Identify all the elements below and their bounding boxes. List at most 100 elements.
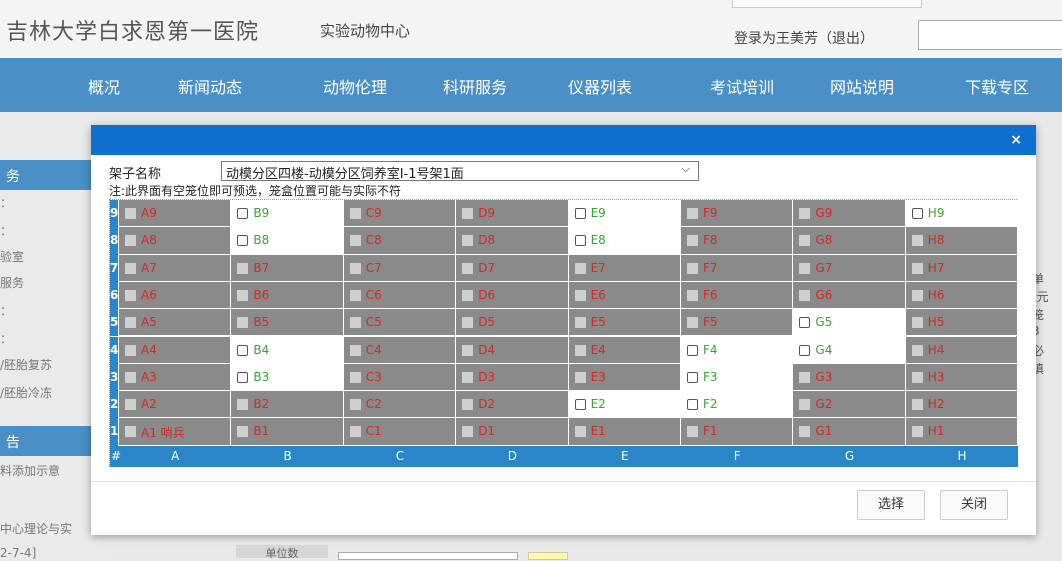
cage-label: A4 — [141, 342, 157, 357]
cage-checkbox[interactable] — [687, 371, 698, 383]
nav-item[interactable]: 新闻动态 — [178, 74, 242, 98]
cage-grid: # A B C D E F G H 9 A9 B9 C9 D9 E9 F9 G9 H9 8 A8 B8 C8 D8 E8 F8… — [109, 199, 1019, 467]
cage-checkbox-disabled — [349, 399, 361, 411]
cage-slot-free[interactable]: F2 — [681, 391, 794, 419]
cage-checkbox[interactable] — [237, 208, 249, 219]
cage-checkbox-disabled — [125, 317, 136, 329]
cage-slot-occupied: C2 — [343, 391, 457, 419]
cage-slot-occupied: A6 — [119, 281, 232, 310]
sidebar-item[interactable]: ： — [0, 222, 12, 239]
cage-slot-occupied: C9 — [343, 200, 457, 228]
cage-checkbox[interactable] — [237, 235, 249, 247]
cage-slot-occupied: G6 — [793, 281, 906, 310]
cage-label: C7 — [365, 260, 382, 275]
cage-slot-occupied: E4 — [568, 336, 681, 364]
close-button[interactable]: 关闭 — [940, 490, 1008, 520]
login-status[interactable]: 登录为王美芳（退出） — [734, 28, 874, 48]
header-search-input[interactable] — [918, 20, 1062, 50]
sidebar-item[interactable]: ： — [0, 194, 12, 211]
cage-slot-occupied: A8 — [119, 227, 232, 255]
sidebar-item[interactable]: 验室 — [0, 248, 24, 265]
cage-checkbox[interactable] — [574, 399, 586, 411]
select-button[interactable]: 选择 — [857, 490, 925, 520]
cage-checkbox[interactable] — [799, 317, 811, 329]
cage-slot-free[interactable]: G5 — [793, 309, 906, 337]
cage-checkbox[interactable] — [911, 208, 923, 219]
cage-label: C9 — [365, 206, 382, 220]
cage-checkbox[interactable] — [574, 208, 586, 219]
column-header: C — [395, 449, 405, 463]
cage-label: D8 — [478, 233, 496, 248]
cage-slot-occupied: C8 — [343, 227, 457, 255]
sidebar-notice-item[interactable]: 料添加示意 — [0, 462, 60, 479]
nav-item[interactable]: 概况 — [88, 74, 120, 98]
unit-count-input[interactable] — [338, 552, 518, 560]
cage-checkbox-disabled — [799, 426, 811, 438]
close-icon[interactable]: × — [1010, 132, 1022, 148]
sidebar-item[interactable]: /胚胎复苏 — [0, 356, 52, 373]
row-header: 1 — [110, 418, 118, 446]
cage-slot-free[interactable]: H9 — [905, 200, 1019, 228]
cage-checkbox[interactable] — [574, 235, 586, 247]
column-header: A — [171, 449, 180, 463]
nav-item[interactable]: 下载专区 — [965, 74, 1029, 98]
cage-slot-occupied: D8 — [456, 227, 569, 255]
cage-checkbox[interactable] — [687, 344, 698, 356]
cage-checkbox[interactable] — [799, 344, 811, 356]
nav-item[interactable]: 动物伦理 — [323, 74, 387, 98]
cage-checkbox[interactable] — [687, 399, 698, 411]
cage-slot-free[interactable]: E2 — [568, 391, 681, 419]
cage-label: H1 — [927, 424, 945, 439]
cage-slot-free[interactable]: G4 — [793, 336, 906, 364]
nav-item[interactable]: 考试培训 — [710, 74, 774, 98]
cage-label: C5 — [365, 315, 382, 330]
cage-label: H3 — [927, 369, 945, 384]
cage-checkbox-disabled — [911, 399, 923, 411]
unit-count-button[interactable] — [528, 552, 568, 560]
sidebar-notice-item[interactable]: 中心理论与实 — [0, 520, 72, 537]
row-header: 2 — [110, 391, 118, 419]
cage-slot-occupied: H8 — [905, 227, 1019, 255]
cage-slot-free[interactable]: E8 — [568, 227, 681, 255]
cage-slot-occupied: D5 — [456, 309, 569, 337]
cage-checkbox[interactable] — [237, 344, 249, 356]
cage-label: F1 — [703, 424, 718, 439]
sidebar-item[interactable]: 服务 — [0, 274, 24, 291]
cage-label: A8 — [141, 233, 157, 248]
cage-checkbox-disabled — [911, 317, 923, 329]
site-logo[interactable]: 吉林大学白求恩第一医院 — [6, 14, 259, 46]
cage-checkbox[interactable] — [237, 371, 249, 383]
sidebar-item[interactable]: ： — [0, 302, 12, 319]
nav-item[interactable]: 网站说明 — [830, 74, 894, 98]
column-header: G — [844, 449, 855, 463]
cage-slot-free[interactable]: B3 — [231, 363, 344, 392]
sidebar-heading-2-text: 告 — [6, 435, 20, 451]
cage-slot-free[interactable]: F4 — [681, 336, 794, 364]
row-header: 5 — [110, 309, 118, 337]
cage-checkbox-disabled — [687, 289, 698, 301]
sidebar-item[interactable]: /胚胎冷冻 — [0, 384, 52, 401]
cage-label: E6 — [590, 287, 606, 302]
sidebar-item[interactable]: ： — [0, 330, 12, 347]
nav-item[interactable]: 仪器列表 — [568, 74, 632, 98]
cage-checkbox-disabled — [799, 208, 811, 219]
cage-slot-free[interactable]: B4 — [231, 336, 344, 364]
cage-checkbox-disabled — [911, 262, 923, 274]
cage-label: C3 — [365, 369, 382, 384]
cage-slot-occupied: D7 — [456, 254, 569, 282]
rack-select[interactable]: 动模分区四楼-动模分区饲养室Ⅰ-1号架1面 ⌵ — [221, 161, 699, 182]
nav-item[interactable]: 科研服务 — [443, 74, 507, 98]
cage-label: F8 — [703, 233, 718, 248]
cage-slot-free[interactable]: F3 — [681, 363, 794, 392]
cage-slot-free[interactable]: E9 — [568, 200, 681, 228]
cage-slot-occupied: F9 — [681, 200, 794, 228]
cage-slot-free[interactable]: B8 — [231, 227, 344, 255]
cage-checkbox-disabled — [125, 371, 136, 383]
cage-checkbox-disabled — [574, 262, 586, 274]
cage-checkbox-disabled — [799, 235, 811, 247]
login-box — [732, 0, 922, 8]
cage-slot-free[interactable]: B9 — [231, 200, 344, 228]
cage-slot-occupied: D1 — [456, 418, 569, 446]
cage-label: G2 — [815, 397, 833, 412]
cage-slot-occupied: F8 — [681, 227, 794, 255]
